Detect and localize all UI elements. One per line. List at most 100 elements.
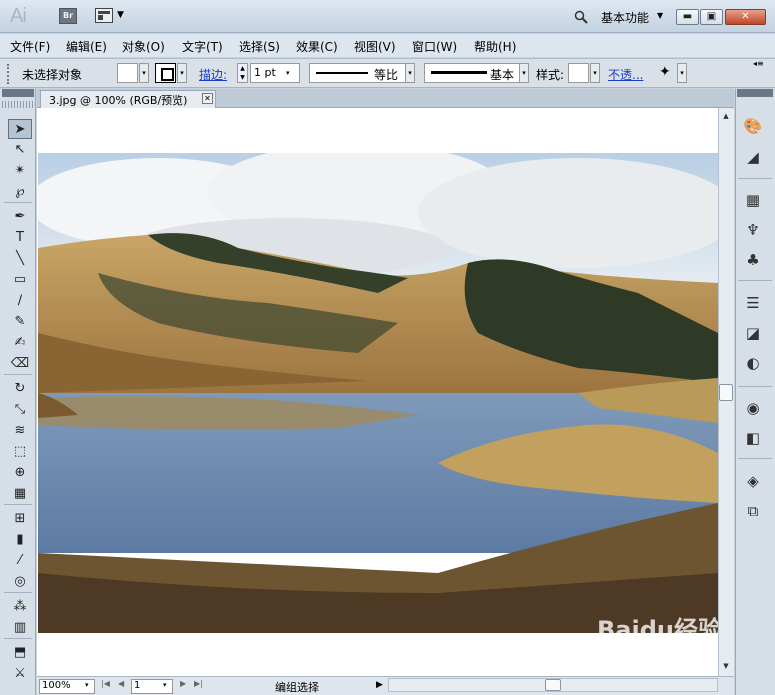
artboard-tool-icon[interactable]: ⬒ xyxy=(8,643,32,663)
stroke-weight-stepper[interactable]: ▲ ▼ xyxy=(237,63,248,83)
tool-group-divider xyxy=(4,202,32,203)
profile-preview-line xyxy=(316,72,368,74)
control-bar-menu-icon[interactable]: ◂≡ xyxy=(753,59,764,68)
swatches-panel-icon[interactable]: ▦ xyxy=(741,189,765,211)
color-guide-panel-icon[interactable]: ◢ xyxy=(741,146,765,168)
selection-tool-icon[interactable]: ➤ xyxy=(8,119,32,139)
stroke-panel-icon[interactable]: ☰ xyxy=(741,292,765,314)
recolor-artwork-icon[interactable]: ✦ xyxy=(659,64,671,80)
graphic-style-swatch[interactable] xyxy=(568,63,589,83)
chevron-down-icon[interactable]: ▾ xyxy=(163,681,167,689)
opacity-panel-link[interactable]: 不透... xyxy=(608,66,643,83)
search-icon[interactable] xyxy=(574,10,588,27)
blend-tool-icon[interactable]: ◎ xyxy=(8,572,32,592)
symbols-panel-icon[interactable]: ♣ xyxy=(741,249,765,271)
first-artboard-button[interactable]: |◀ xyxy=(101,679,110,688)
eraser-tool-icon[interactable]: ⌫ xyxy=(8,354,32,374)
status-menu-icon[interactable]: ▶ xyxy=(376,680,383,690)
artboards-panel-icon[interactable]: ⧉ xyxy=(741,500,765,522)
tool-group-divider xyxy=(4,504,32,505)
blob-brush-tool-icon[interactable]: ✍ xyxy=(8,333,32,353)
menu-file[interactable]: 文件(F) xyxy=(10,38,50,55)
arrange-documents-icon[interactable] xyxy=(95,8,113,23)
warp-tool-icon[interactable]: ≋ xyxy=(8,421,32,441)
vertical-scroll-thumb[interactable] xyxy=(719,384,733,401)
menu-window[interactable]: 窗口(W) xyxy=(412,38,457,55)
minimize-button[interactable]: ▬ xyxy=(676,9,699,25)
slice-tool-icon[interactable]: ⚔ xyxy=(8,664,32,684)
tools-panel-grip[interactable] xyxy=(2,101,34,108)
perspective-grid-tool-icon[interactable]: ▦ xyxy=(8,484,32,504)
direct-selection-tool-icon[interactable]: ↖ xyxy=(8,140,32,160)
bridge-button[interactable]: Br xyxy=(59,8,77,24)
free-transform-tool-icon[interactable]: ⬚ xyxy=(8,442,32,462)
magic-wand-tool-icon[interactable]: ✴ xyxy=(8,161,32,181)
symbol-sprayer-tool-icon[interactable]: ⁂ xyxy=(8,597,32,617)
horizontal-scroll-thumb[interactable] xyxy=(545,679,561,691)
last-artboard-button[interactable]: ▶| xyxy=(194,679,203,688)
shape-builder-tool-icon[interactable]: ⊕ xyxy=(8,463,32,483)
close-icon[interactable]: ✕ xyxy=(202,93,213,104)
color-panel-icon[interactable]: 🎨 xyxy=(741,115,765,137)
menu-help[interactable]: 帮助(H) xyxy=(474,38,516,55)
graphic-styles-panel-icon[interactable]: ◧ xyxy=(741,427,765,449)
tool-group-divider xyxy=(4,374,32,375)
appearance-panel-icon[interactable]: ◉ xyxy=(741,397,765,419)
brush-label: 基本 xyxy=(490,68,515,82)
column-graph-tool-icon[interactable]: ▥ xyxy=(8,618,32,638)
eyedropper-tool-icon[interactable]: ⁄ xyxy=(8,551,32,571)
transparency-panel-icon[interactable]: ◐ xyxy=(741,352,765,374)
baidu-watermark-url: jingyan.baidu.com xyxy=(605,660,698,671)
current-tool-status[interactable]: 编组选择 xyxy=(275,679,319,695)
fill-swatch[interactable] xyxy=(117,63,138,83)
next-artboard-button[interactable]: ▶ xyxy=(180,679,186,688)
brush-dropdown[interactable]: ▾ xyxy=(519,63,529,83)
chevron-down-icon[interactable]: ▾ xyxy=(286,69,290,77)
layers-panel-icon[interactable]: ◈ xyxy=(741,470,765,492)
fill-dropdown[interactable]: ▾ xyxy=(139,63,149,83)
recolor-dropdown[interactable]: ▾ xyxy=(677,63,687,83)
dock-group-divider xyxy=(738,178,772,179)
brush-preview-line xyxy=(431,71,487,74)
placed-image[interactable] xyxy=(38,153,718,633)
stroke-swatch-dropdown[interactable]: ▾ xyxy=(177,63,187,83)
brushes-panel-icon[interactable]: ♆ xyxy=(741,219,765,241)
line-segment-tool-icon[interactable]: ╲ xyxy=(8,249,32,269)
pencil-tool-icon[interactable]: ✎ xyxy=(8,312,32,332)
lasso-tool-icon[interactable]: ℘ xyxy=(8,182,32,202)
menu-type[interactable]: 文字(T) xyxy=(182,38,223,55)
chevron-down-icon[interactable]: ▾ xyxy=(85,681,89,689)
workspace-switcher[interactable]: 基本功能 xyxy=(601,9,649,26)
graphic-style-dropdown[interactable]: ▾ xyxy=(590,63,600,83)
menu-select[interactable]: 选择(S) xyxy=(239,38,280,55)
maximize-button[interactable]: ▣ xyxy=(700,9,723,25)
document-tab[interactable]: 3.jpg @ 100% (RGB/预览) xyxy=(40,90,216,108)
stroke-weight-field[interactable]: 1 pt xyxy=(250,63,300,83)
previous-artboard-button[interactable]: ◀ xyxy=(118,679,124,688)
rectangle-tool-icon[interactable]: ▭ xyxy=(8,270,32,290)
pen-tool-icon[interactable]: ✒ xyxy=(8,207,32,227)
stroke-panel-link[interactable]: 描边: xyxy=(199,66,227,83)
mesh-tool-icon[interactable]: ⊞ xyxy=(8,509,32,529)
stroke-swatch[interactable] xyxy=(155,63,176,83)
scale-tool-icon[interactable]: ⤡ xyxy=(8,400,32,420)
menu-object[interactable]: 对象(O) xyxy=(122,38,165,55)
menu-view[interactable]: 视图(V) xyxy=(354,38,396,55)
scroll-down-icon[interactable]: ▼ xyxy=(719,659,733,673)
gradient-tool-icon[interactable]: ▮ xyxy=(8,530,32,550)
panel-dock-header[interactable] xyxy=(737,89,773,97)
landscape-photo xyxy=(38,153,718,633)
profile-dropdown[interactable]: ▾ xyxy=(405,63,415,83)
rotate-tool-icon[interactable]: ↻ xyxy=(8,379,32,399)
chevron-down-icon[interactable]: ▼ xyxy=(657,11,663,20)
arrange-dropdown-icon[interactable]: ▼ xyxy=(117,10,124,20)
close-button[interactable]: ✕ xyxy=(725,9,766,25)
panel-grip[interactable] xyxy=(7,64,11,84)
menu-edit[interactable]: 编辑(E) xyxy=(66,38,107,55)
paintbrush-tool-icon[interactable]: ∕ xyxy=(8,291,32,311)
tools-panel-header[interactable] xyxy=(2,89,34,97)
gradient-panel-icon[interactable]: ◪ xyxy=(741,322,765,344)
menu-effect[interactable]: 效果(C) xyxy=(296,38,338,55)
type-tool-icon[interactable]: T xyxy=(8,228,32,248)
scroll-up-icon[interactable]: ▲ xyxy=(719,109,733,123)
